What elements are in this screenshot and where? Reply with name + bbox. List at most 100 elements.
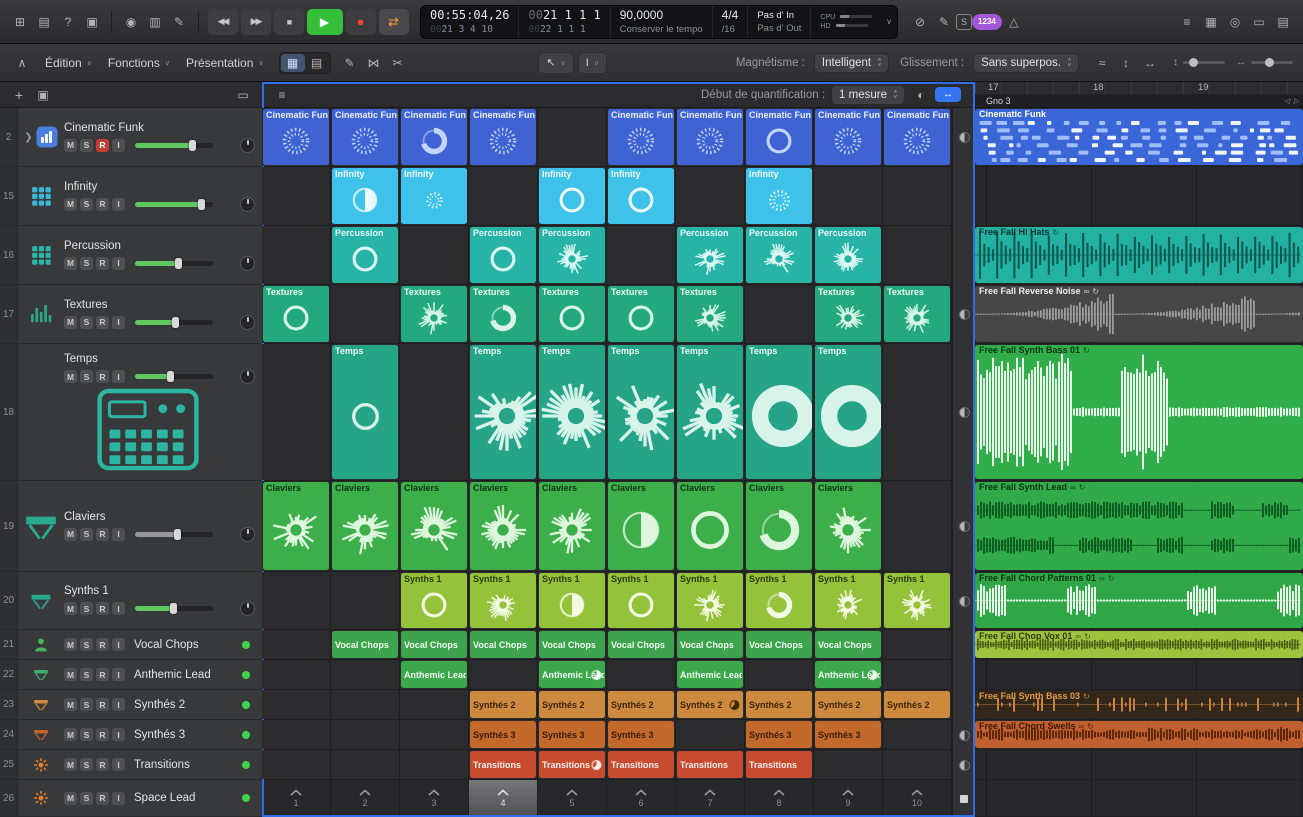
disclosure-icon[interactable]: ❯ xyxy=(24,132,32,143)
loop-cell[interactable]: Anthemic Lead xyxy=(400,660,469,689)
empty-cell[interactable] xyxy=(262,720,331,749)
add-track-button[interactable]: + xyxy=(7,84,31,106)
loop-cell[interactable]: Anthemic Lead xyxy=(814,660,883,689)
loop-cell[interactable]: Synthés 3 xyxy=(607,720,676,749)
empty-cell[interactable] xyxy=(400,720,469,749)
loop-cell[interactable]: Percussion xyxy=(331,226,400,284)
mute-button[interactable]: M xyxy=(64,792,77,805)
loop-cell[interactable]: Percussion xyxy=(745,226,814,284)
loop-cell[interactable]: Transitions xyxy=(607,750,676,779)
back-arrow-icon[interactable]: ∧ xyxy=(10,52,34,74)
input-monitor-button[interactable]: I xyxy=(112,370,125,383)
empty-cell[interactable] xyxy=(331,572,400,629)
smart-controls-icon[interactable]: ◉ xyxy=(119,11,143,33)
solo-button[interactable]: S xyxy=(80,528,93,541)
loop-cell[interactable]: Textures xyxy=(676,285,745,343)
split-icon[interactable]: ✂ xyxy=(386,52,410,74)
track-row[interactable]: 17TexturesMSRI xyxy=(0,285,262,344)
tools-icon[interactable]: ✎ xyxy=(167,11,191,33)
record-enable-button[interactable]: R xyxy=(96,638,109,651)
pan-knob[interactable] xyxy=(240,256,255,271)
loop-cell[interactable]: Percussion xyxy=(676,226,745,284)
empty-cell[interactable] xyxy=(883,344,952,480)
solo-button[interactable]: S xyxy=(80,198,93,211)
loop-cell[interactable]: Synthés 2 xyxy=(607,690,676,719)
volume-slider[interactable] xyxy=(135,320,213,325)
mute-button[interactable]: M xyxy=(64,638,77,651)
waveform-zoom-icon[interactable]: ≈ xyxy=(1090,52,1114,74)
empty-cell[interactable] xyxy=(400,226,469,284)
pan-knob[interactable] xyxy=(240,197,255,212)
cycle-button[interactable]: ⇄ xyxy=(379,9,409,35)
row-action-icon[interactable] xyxy=(959,407,970,418)
track-row[interactable]: 19ClaviersMSRI xyxy=(0,481,262,572)
lcd-signature[interactable]: 4/4 /16 xyxy=(713,6,749,38)
loop-cell[interactable]: Claviers xyxy=(262,481,331,571)
solo-button[interactable]: S xyxy=(80,602,93,615)
mute-button[interactable]: M xyxy=(64,602,77,615)
loop-cell[interactable]: Cinematic Funk xyxy=(676,108,745,166)
lcd-display[interactable]: 00:55:04,26 0021 3 4 10 0021 1 1 1 0022 … xyxy=(420,5,898,39)
grid-nav-arrows[interactable]: ◁▷ xyxy=(1284,97,1299,105)
loop-cell[interactable]: Transitions xyxy=(676,750,745,779)
loop-cell[interactable]: Cinematic Funk xyxy=(331,108,400,166)
scene-trigger[interactable]: 9 xyxy=(814,780,883,816)
loop-cell[interactable]: Anthemic Lead xyxy=(538,660,607,689)
empty-cell[interactable] xyxy=(814,167,883,225)
loop-cell[interactable]: Infinity xyxy=(745,167,814,225)
mute-button[interactable]: M xyxy=(64,316,77,329)
pan-knob[interactable] xyxy=(240,527,255,542)
empty-cell[interactable] xyxy=(262,344,331,480)
lcd-locators[interactable]: 0021 1 1 1 0022 1 1 1 xyxy=(519,6,610,38)
empty-cell[interactable] xyxy=(745,285,814,343)
loop-cell[interactable]: Claviers xyxy=(469,481,538,571)
empty-cell[interactable] xyxy=(676,167,745,225)
scene-trigger[interactable]: 4 xyxy=(469,780,538,816)
track-row[interactable]: 16PercussionMSRI xyxy=(0,226,262,285)
scene-trigger[interactable]: 1 xyxy=(262,780,331,816)
draw-icon[interactable]: ✎ xyxy=(338,52,362,74)
loop-cell[interactable]: Temps xyxy=(331,344,400,480)
pan-knob[interactable] xyxy=(240,601,255,616)
input-monitor-button[interactable]: I xyxy=(112,139,125,152)
empty-cell[interactable] xyxy=(400,750,469,779)
input-monitor-button[interactable]: I xyxy=(112,668,125,681)
loop-cell[interactable]: Textures xyxy=(607,285,676,343)
loop-cell[interactable]: Claviers xyxy=(607,481,676,571)
volume-slider[interactable] xyxy=(135,143,213,148)
row-action-icon[interactable] xyxy=(959,730,970,741)
scene-trigger[interactable]: 7 xyxy=(676,780,745,816)
empty-cell[interactable] xyxy=(745,660,814,689)
loop-cell[interactable]: Anthemic Lead xyxy=(676,660,745,689)
loop-cell[interactable]: Synths 1 xyxy=(400,572,469,629)
loop-cell[interactable]: Synthés 3 xyxy=(469,720,538,749)
loop-cell[interactable]: Temps xyxy=(676,344,745,480)
input-monitor-button[interactable]: I xyxy=(112,792,125,805)
input-monitor-button[interactable]: I xyxy=(112,602,125,615)
empty-cell[interactable] xyxy=(262,572,331,629)
record-enable-button[interactable]: R xyxy=(96,370,109,383)
toolbar-toggle-icon[interactable]: ▣ xyxy=(80,11,104,33)
loop-cell[interactable]: Synths 1 xyxy=(607,572,676,629)
drag-select[interactable]: Sans superpos.∧∨ xyxy=(973,53,1079,73)
grid-expand-button[interactable]: ↔ xyxy=(935,87,961,102)
volume-slider[interactable] xyxy=(135,261,213,266)
text-tool-button[interactable]: I∨ xyxy=(578,52,607,74)
solo-icon[interactable]: S xyxy=(956,14,972,30)
empty-cell[interactable] xyxy=(262,750,331,779)
scene-stop-icon[interactable] xyxy=(960,795,968,803)
track-row[interactable]: 26MSRISpace Lead xyxy=(0,780,262,817)
region[interactable]: Free Fall Synth Bass 01↻ xyxy=(975,345,1303,479)
empty-cell[interactable] xyxy=(883,720,952,749)
region[interactable]: Free Fall Reverse Noise∞↻ xyxy=(975,286,1303,342)
track-row[interactable]: 21MSRIVocal Chops xyxy=(0,630,262,660)
volume-slider[interactable] xyxy=(135,606,213,611)
loop-cell[interactable]: Vocal Chops xyxy=(676,630,745,659)
loop-cell[interactable]: Temps xyxy=(814,344,883,480)
empty-cell[interactable] xyxy=(400,690,469,719)
record-enable-button[interactable]: R xyxy=(96,602,109,615)
loop-cell[interactable]: Vocal Chops xyxy=(469,630,538,659)
rows-view-toggle[interactable]: ▤ xyxy=(305,54,329,72)
input-monitor-button[interactable]: I xyxy=(112,198,125,211)
media-browser-icon[interactable]: ▤ xyxy=(1271,11,1295,33)
